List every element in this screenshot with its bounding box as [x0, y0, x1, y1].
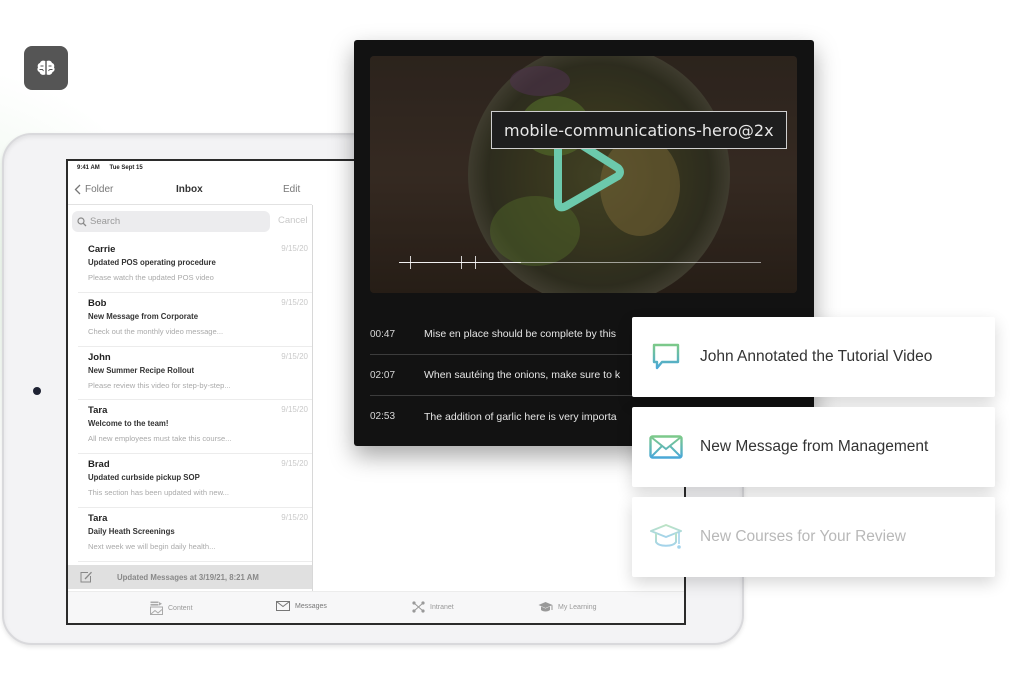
search-placeholder: Search — [90, 216, 121, 227]
search-row: Search Cancel — [72, 211, 308, 233]
message-item[interactable]: Tara Welcome to the team! All new employ… — [78, 400, 312, 455]
chevron-left-icon — [74, 184, 81, 195]
message-item[interactable]: John New Summer Recipe Rollout Please re… — [78, 347, 312, 401]
annotation-time: 02:07 — [370, 369, 396, 381]
graduation-cap-icon — [650, 524, 682, 549]
message-preview: Check out the monthly video message... — [88, 326, 224, 336]
message-item[interactable]: Carrie Updated POS operating procedure P… — [78, 239, 312, 293]
message-sender: Tara — [88, 512, 108, 524]
video-timeline-progress — [399, 262, 521, 263]
tab-my-learning[interactable]: My Learning — [538, 601, 597, 613]
message-preview: Please watch the updated POS video — [88, 273, 214, 282]
annotation-text: Mise en place should be complete by this — [424, 328, 617, 340]
message-subject: Updated POS operating procedure — [88, 258, 216, 267]
search-icon — [77, 216, 87, 226]
envelope-icon — [649, 435, 683, 459]
notification-card[interactable]: New Courses for Your Review — [632, 497, 995, 577]
message-sender: John — [88, 351, 111, 363]
annotation-marker[interactable] — [475, 256, 476, 269]
inbox-title: Inbox — [176, 184, 203, 195]
tab-label: Intranet — [430, 603, 454, 611]
message-preview: All new employees must take this course.… — [88, 434, 232, 444]
annotation-marker[interactable] — [410, 256, 411, 269]
brain-icon — [37, 60, 55, 75]
annotation-time: 00:47 — [370, 328, 396, 340]
edit-button[interactable]: Edit — [283, 184, 300, 195]
message-date: 9/15/20 — [281, 297, 308, 307]
notification-card[interactable]: John Annotated the Tutorial Video — [632, 317, 995, 397]
video-player[interactable]: mobile-communications-hero@2x — [370, 56, 797, 293]
message-subject: New Message from Corporate — [88, 311, 199, 321]
split-view-divider — [312, 205, 313, 595]
tab-label: My Learning — [558, 603, 597, 611]
search-cancel-button[interactable]: Cancel — [278, 215, 308, 226]
status-time: 9:41 AM — [77, 165, 100, 171]
message-subject: New Summer Recipe Rollout — [88, 365, 195, 375]
message-item[interactable]: Brad Updated curbside pickup SOP This se… — [78, 454, 312, 508]
brain-badge[interactable] — [24, 46, 68, 90]
annotation-time: 02:53 — [370, 411, 396, 422]
message-list: Carrie Updated POS operating procedure P… — [78, 239, 312, 562]
search-input[interactable]: Search — [72, 211, 270, 232]
message-preview: This section has been updated with new..… — [88, 488, 229, 498]
bottom-tab-bar: Content Messages Intranet My Learning — [68, 591, 684, 623]
message-preview: Next week we will begin daily health... — [88, 541, 216, 551]
tab-intranet[interactable]: Intranet — [412, 601, 454, 613]
message-date: 9/15/20 — [281, 405, 308, 415]
chat-bubble-icon — [652, 343, 680, 370]
tab-label: Content — [168, 604, 193, 612]
back-to-folder-button[interactable]: Folder — [74, 184, 113, 195]
graduation-cap-icon — [538, 602, 553, 612]
message-subject: Daily Heath Screenings — [88, 526, 175, 536]
status-bar: 9:41 AM Tue Sept 15 — [77, 165, 143, 171]
message-subject: Welcome to the team! — [88, 419, 169, 429]
message-subject: Updated curbside pickup SOP — [88, 473, 200, 483]
message-sender: Tara — [88, 405, 108, 417]
filename-tooltip: mobile-communications-hero@2x — [491, 111, 787, 149]
back-label: Folder — [85, 184, 114, 195]
message-preview: Please review this video for step-by-ste… — [88, 380, 231, 390]
message-date: 9/15/20 — [281, 244, 308, 253]
tablet-camera — [33, 387, 41, 395]
message-sender: Bob — [88, 297, 107, 309]
notification-card[interactable]: New Message from Management — [632, 407, 995, 487]
notification-text: John Annotated the Tutorial Video — [700, 348, 933, 365]
message-item[interactable]: Tara Daily Heath Screenings Next week we… — [78, 508, 312, 562]
status-date: Tue Sept 15 — [109, 165, 143, 171]
message-date: 9/15/20 — [281, 459, 308, 469]
tab-label: Messages — [295, 602, 327, 610]
update-status-text: Updated Messages at 3/19/21, 8:21 AM — [117, 572, 259, 582]
tab-messages[interactable]: Messages — [276, 601, 327, 611]
message-date: 9/15/20 — [281, 512, 308, 522]
notification-text: New Courses for Your Review — [700, 528, 906, 545]
inbox-nav-bar: Folder Inbox Edit — [68, 177, 312, 205]
update-status-bar: Updated Messages at 3/19/21, 8:21 AM — [68, 565, 312, 589]
message-sender: Brad — [88, 459, 110, 471]
annotation-marker[interactable] — [461, 256, 462, 269]
annotation-text: The addition of garlic here is very impo… — [424, 410, 617, 423]
annotation-text: When sautéing the onions, make sure to k — [424, 369, 621, 381]
envelope-icon — [276, 601, 290, 611]
network-icon — [412, 601, 425, 613]
tab-content[interactable]: Content — [150, 601, 193, 615]
message-sender: Carrie — [88, 244, 116, 255]
compose-icon[interactable] — [80, 571, 93, 583]
message-date: 9/15/20 — [281, 351, 308, 361]
message-item[interactable]: Bob New Message from Corporate Check out… — [78, 293, 312, 347]
content-icon — [150, 601, 163, 615]
notification-text: New Message from Management — [700, 438, 929, 455]
